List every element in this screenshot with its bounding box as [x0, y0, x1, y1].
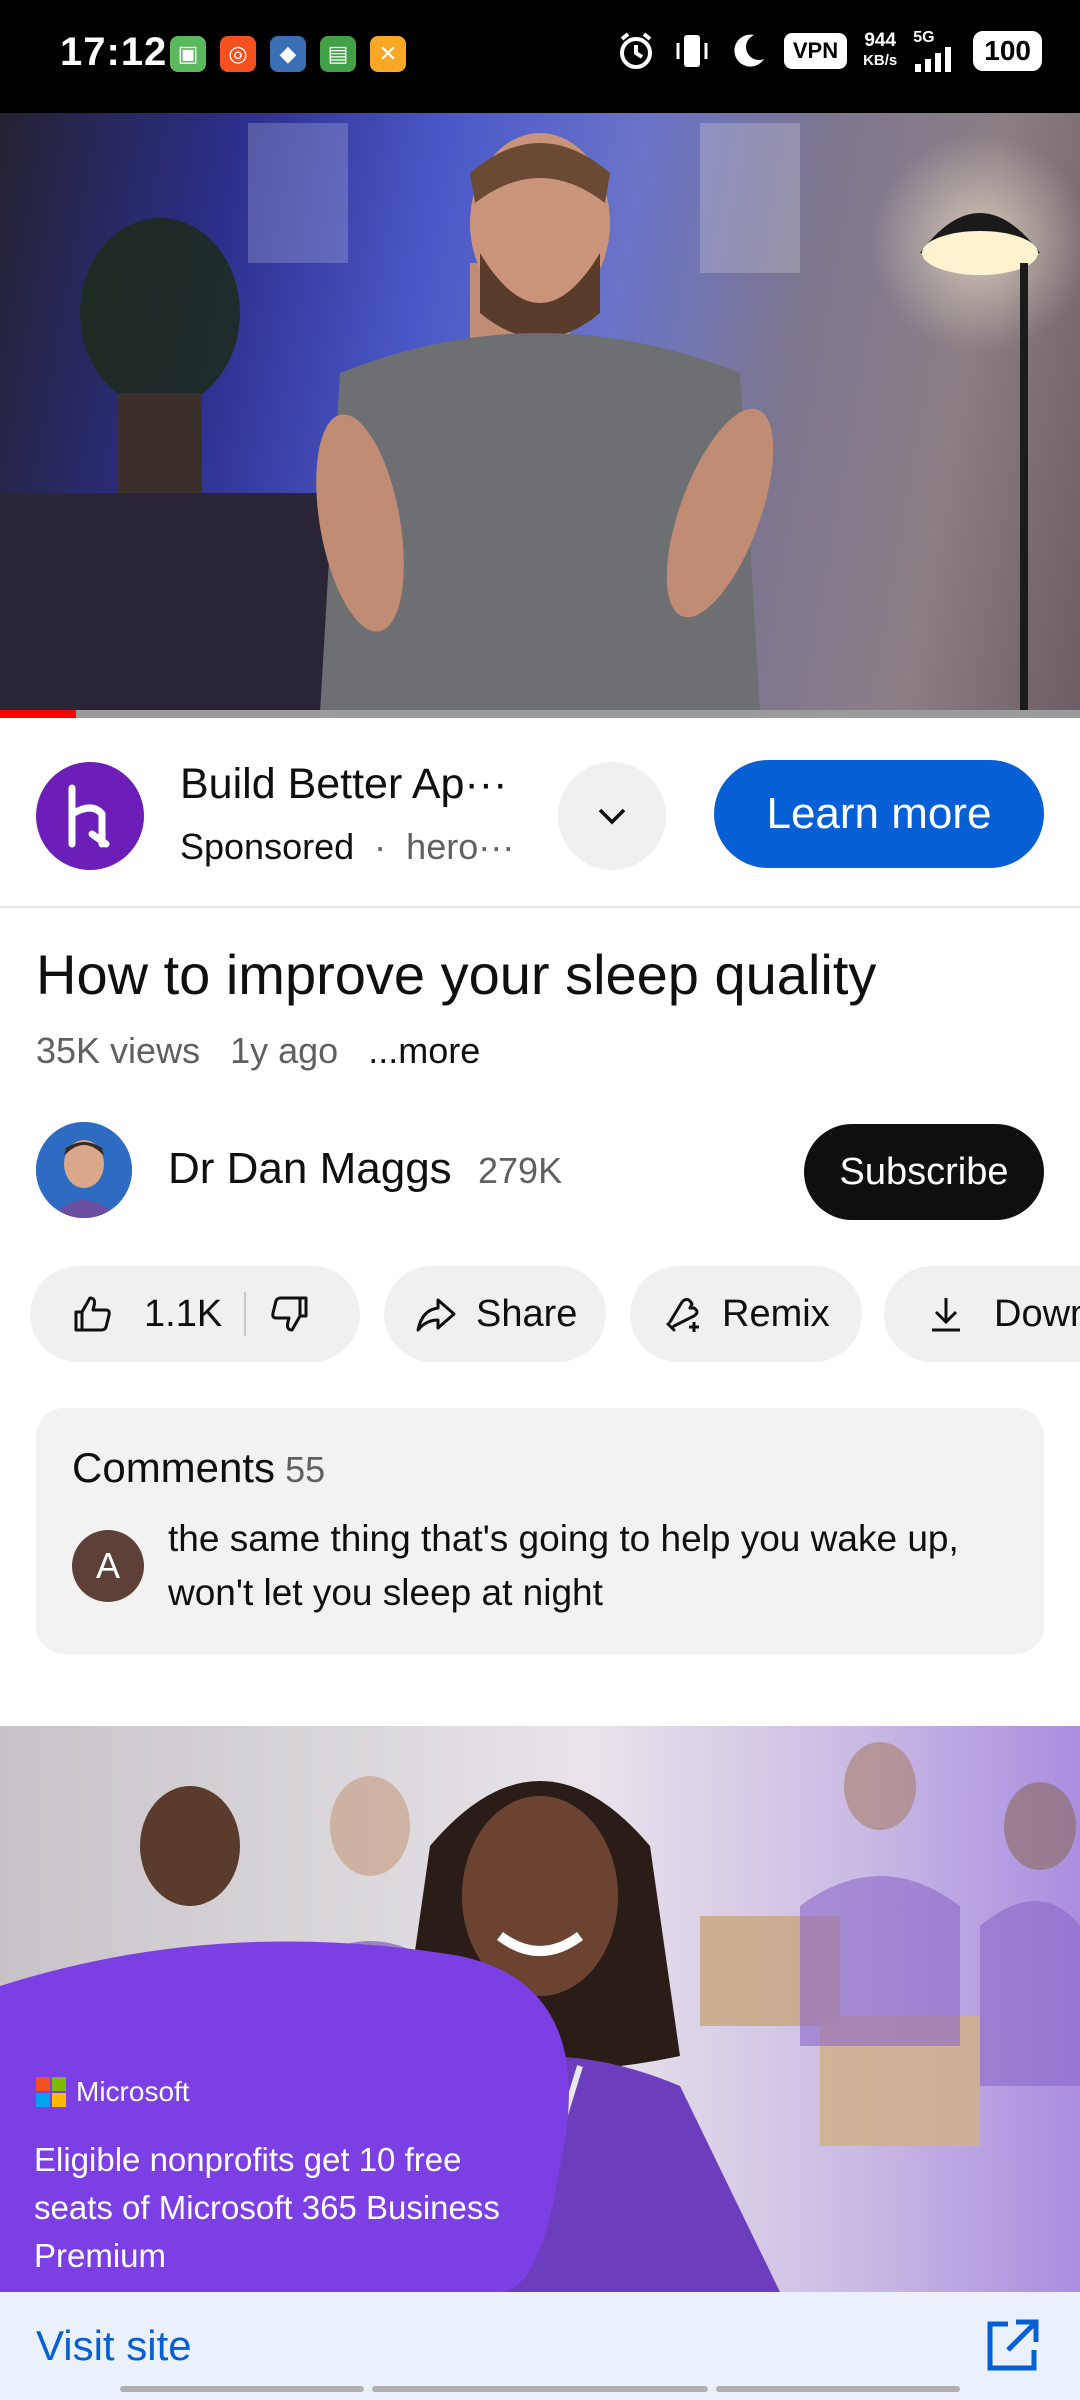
share-button[interactable]: Share — [384, 1266, 606, 1362]
download-button[interactable]: Down — [884, 1266, 1080, 1362]
app-notification-icon: ◆ — [270, 36, 306, 72]
ad-source: hero··· — [406, 826, 515, 867]
video-player[interactable] — [0, 113, 1080, 713]
like-button[interactable]: 1.1K — [30, 1292, 222, 1336]
microsoft-logo: Microsoft — [36, 2076, 190, 2108]
video-progress-bar[interactable] — [0, 710, 1080, 718]
channel-avatar-image — [36, 1122, 132, 1218]
download-label: Down — [994, 1292, 1080, 1335]
status-indicators: VPN 944 KB/s 5G 100 — [616, 30, 1042, 72]
share-label: Share — [476, 1292, 578, 1335]
remix-icon — [666, 1297, 699, 1332]
status-bar: 17:12 ▣ ◎ ◆ ▤ ✕ VPN 944 KB/s 5G 100 — [0, 0, 1080, 113]
video-frame — [0, 123, 1080, 713]
speed-value: 944 — [864, 30, 897, 51]
upload-age: 1y ago — [230, 1030, 339, 1071]
subscribe-button[interactable]: Subscribe — [804, 1124, 1044, 1220]
commenter-avatar: A — [72, 1530, 144, 1602]
app-notification-icon: ▣ — [170, 36, 206, 72]
display-ad[interactable]: Microsoft Eligible nonprofits get 10 fre… — [0, 1726, 1080, 2292]
visit-site-bar[interactable]: Visit site — [0, 2292, 1080, 2400]
carousel-indicator — [0, 2386, 1080, 2394]
subscriber-count: 279K — [478, 1150, 563, 1191]
video-meta[interactable]: 35K views 1y ago ...more — [36, 1030, 500, 1072]
sponsored-label: Sponsored — [180, 826, 355, 867]
notification-icons: ▣ ◎ ◆ ▤ ✕ — [170, 36, 406, 72]
visit-site-link[interactable]: Visit site — [36, 2322, 192, 2370]
like-count: 1.1K — [144, 1292, 223, 1335]
like-dislike-group: 1.1K — [30, 1266, 360, 1362]
channel-name[interactable]: Dr Dan Maggs — [168, 1144, 452, 1194]
external-link-icon[interactable] — [980, 2314, 1044, 2378]
vibrate-icon — [676, 35, 708, 67]
signal-icon — [915, 47, 952, 72]
carousel-segment — [716, 2386, 960, 2392]
status-time: 17:12 — [60, 30, 168, 74]
more-description-link[interactable]: ...more — [368, 1030, 480, 1071]
share-icon — [416, 1298, 456, 1332]
microsoft-logo-icon — [36, 2077, 66, 2107]
ad-copy: Eligible nonprofits get 10 free seats of… — [34, 2141, 500, 2274]
chevron-down-icon — [598, 808, 626, 825]
comments-label: Comments — [72, 1444, 276, 1491]
signal-group: 5G — [913, 30, 957, 72]
channel-avatar[interactable] — [36, 1122, 132, 1218]
heroku-logo-icon — [68, 784, 110, 848]
thumbs-down-icon — [271, 1296, 308, 1332]
remix-label: Remix — [722, 1292, 830, 1335]
learn-more-button[interactable]: Learn more — [714, 760, 1044, 868]
advertiser-logo[interactable] — [36, 762, 144, 870]
ad-subtitle: Sponsored · hero··· — [180, 826, 514, 868]
video-progress-fill — [0, 710, 76, 718]
alarm-icon — [619, 32, 652, 69]
comments-header: Comments 55 — [72, 1444, 325, 1492]
network-speed: 944 KB/s — [863, 31, 897, 71]
brand-name: Microsoft — [76, 2076, 190, 2107]
network-type: 5G — [913, 29, 935, 46]
comments-count: 55 — [285, 1449, 326, 1490]
speed-unit: KB/s — [863, 52, 898, 69]
sponsored-ad-row[interactable]: Build Better Ap··· Sponsored · hero··· L… — [0, 720, 1080, 908]
thumbs-up-icon — [74, 1296, 111, 1332]
like-divider — [244, 1292, 247, 1336]
battery-level: 100 — [973, 31, 1042, 71]
remix-button[interactable]: Remix — [630, 1266, 862, 1362]
ad-title[interactable]: Build Better Ap··· — [180, 760, 507, 809]
download-icon — [932, 1298, 960, 1332]
ad-expand-button[interactable] — [558, 762, 666, 870]
top-comment-text: the same thing that's going to help you … — [168, 1518, 959, 1613]
carousel-segment — [120, 2386, 364, 2392]
video-title[interactable]: How to improve your sleep quality — [36, 942, 876, 1007]
app-notification-icon: ✕ — [370, 36, 406, 72]
ad-separator: · — [374, 826, 387, 867]
moon-icon — [734, 34, 764, 67]
vpn-badge: VPN — [783, 33, 848, 69]
view-count: 35K views — [36, 1030, 201, 1071]
comments-section[interactable]: Comments 55 A the same thing that's going… — [36, 1408, 1044, 1654]
dislike-button[interactable] — [268, 1292, 312, 1336]
carousel-segment — [372, 2386, 708, 2392]
app-notification-icon: ▤ — [320, 36, 356, 72]
app-notification-icon: ◎ — [220, 36, 256, 72]
